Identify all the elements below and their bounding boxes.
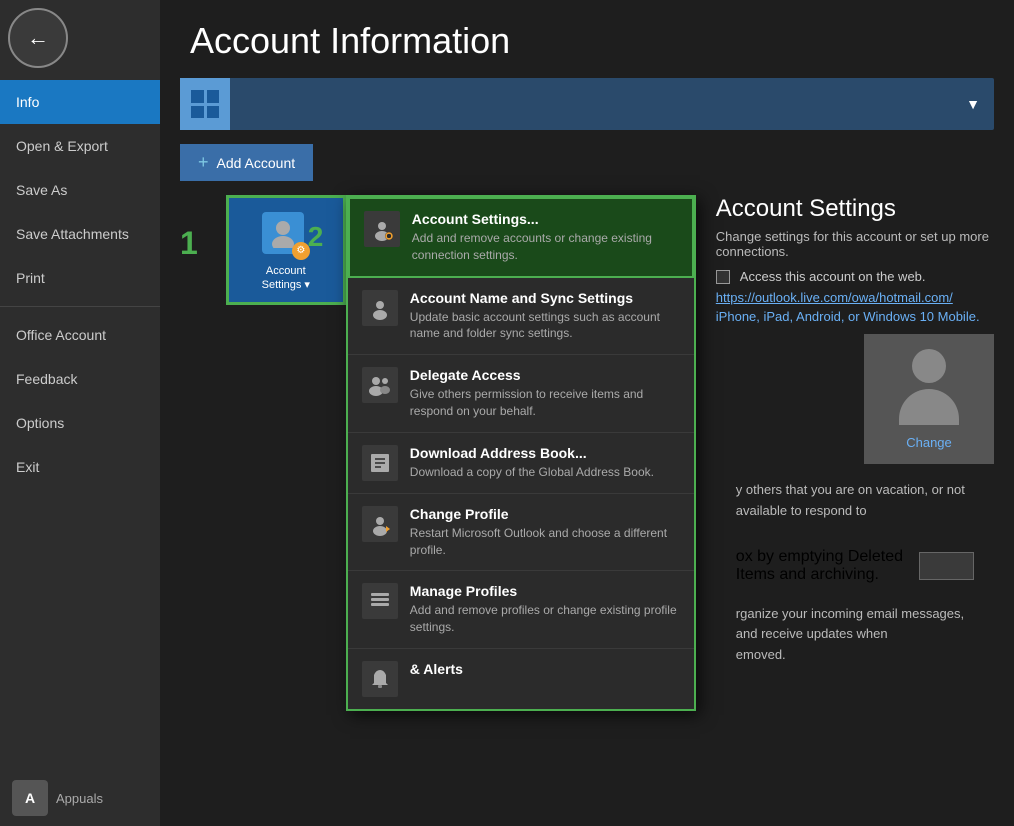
sidebar-bottom: A Appuals xyxy=(0,770,160,826)
account-squares-icon xyxy=(191,90,219,118)
dropdown-item-desc-sync: Update basic account settings such as ac… xyxy=(410,309,680,343)
dropdown-item-icon-profile xyxy=(362,506,398,542)
sidebar-item-office-account[interactable]: Office Account xyxy=(0,313,160,357)
dropdown-item-title-address: Download Address Book... xyxy=(410,445,680,461)
dropdown-item-text-address: Download Address Book... Download a copy… xyxy=(410,445,680,481)
dropdown-item-title-settings: Account Settings... xyxy=(412,211,678,227)
main-content: Account Information ▼ + Add Account 1 xyxy=(160,0,1014,826)
dropdown-item-icon-sync xyxy=(362,290,398,326)
avatar-change-link[interactable]: Change xyxy=(906,435,952,450)
account-bar[interactable]: ▼ xyxy=(180,78,994,130)
avatar-head xyxy=(912,349,946,383)
dropdown-item-text-settings: Account Settings... Add and remove accou… xyxy=(412,211,678,264)
dropdown-item-icon-delegate xyxy=(362,367,398,403)
sidebar-divider xyxy=(0,306,160,307)
dropdown-item-name-sync[interactable]: Account Name and Sync Settings Update ba… xyxy=(348,278,694,356)
plus-icon: + xyxy=(198,152,209,173)
back-arrow-icon: ← xyxy=(27,25,49,51)
sidebar-item-print[interactable]: Print xyxy=(0,256,160,300)
dropdown-item-title-manage: Manage Profiles xyxy=(410,583,680,599)
tile-label: Account Settings ▾ xyxy=(262,264,310,293)
vacation-text: y others that you are on vacation, or no… xyxy=(716,464,994,538)
sidebar-item-options[interactable]: Options xyxy=(0,401,160,445)
sidebar-item-feedback[interactable]: Feedback xyxy=(0,357,160,401)
account-settings-title: Account Settings xyxy=(716,195,994,223)
mobile-link[interactable]: iPhone, iPad, Android, or Windows 10 Mob… xyxy=(716,309,994,324)
dropdown-item-icon-manage xyxy=(362,583,398,619)
tile-icon-area: ⚙ xyxy=(262,212,310,260)
app-logo-text: Appuals xyxy=(56,791,103,806)
dropdown-item-text-manage: Manage Profiles Add and remove profiles … xyxy=(410,583,680,636)
dropdown-item-delegate[interactable]: Delegate Access Give others permission t… xyxy=(348,355,694,433)
dropdown-item-title-profile: Change Profile xyxy=(410,506,680,522)
dropdown-item-text-profile: Change Profile Restart Microsoft Outlook… xyxy=(410,506,680,559)
add-account-label: Add Account xyxy=(217,155,296,171)
dropdown-item-icon-settings xyxy=(364,211,400,247)
dropdown-item-title-delegate: Delegate Access xyxy=(410,367,680,383)
dropdown-item-text-alerts: & Alerts xyxy=(410,661,680,680)
avatar-figure xyxy=(889,349,969,429)
avatar-body xyxy=(899,389,959,425)
sidebar-item-save-attachments[interactable]: Save Attachments xyxy=(0,212,160,256)
dropdown-item-address-book[interactable]: Download Address Book... Download a copy… xyxy=(348,433,694,494)
page-title: Account Information xyxy=(160,0,1014,78)
archive-row: ox by emptying Deleted Items and archivi… xyxy=(716,538,994,594)
dropdown-item-desc-delegate: Give others permission to receive items … xyxy=(410,386,680,420)
web-access-row: Access this account on the web. xyxy=(716,269,994,284)
dropdown-item-text-delegate: Delegate Access Give others permission t… xyxy=(410,367,680,420)
sidebar-item-exit[interactable]: Exit xyxy=(0,445,160,489)
number-badge-2: 2 xyxy=(308,221,324,253)
add-account-button[interactable]: + Add Account xyxy=(180,144,313,181)
account-settings-desc: Change settings for this account or set … xyxy=(716,229,994,259)
web-access-label: Access this account on the web. xyxy=(740,269,926,284)
sidebar-item-info[interactable]: Info xyxy=(0,80,160,124)
sidebar: ← Info Open & Export Save As Save Attach… xyxy=(0,0,160,826)
sidebar-item-open-export[interactable]: Open & Export xyxy=(0,124,160,168)
archive-button[interactable] xyxy=(919,552,974,580)
back-button[interactable]: ← xyxy=(8,8,68,68)
sidebar-nav: Info Open & Export Save As Save Attachme… xyxy=(0,80,160,489)
number-badge-1: 1 xyxy=(180,225,198,262)
dropdown-item-desc-address: Download a copy of the Global Address Bo… xyxy=(410,464,680,481)
dropdown-arrow-icon: ▼ xyxy=(952,96,994,112)
outlook-web-link[interactable]: https://outlook.live.com/owa/hotmail.com… xyxy=(716,290,994,305)
dropdown-item-icon-address xyxy=(362,445,398,481)
app-logo: A xyxy=(12,780,48,816)
account-settings-tile[interactable]: ⚙ Account Settings ▾ xyxy=(226,195,346,305)
dropdown-item-desc-settings: Add and remove accounts or change existi… xyxy=(412,230,678,264)
dropdown-item-desc-manage: Add and remove profiles or change existi… xyxy=(410,602,680,636)
rules-text: rganize your incoming email messages, an… xyxy=(716,594,994,676)
avatar-box: Change xyxy=(864,334,994,464)
dropdown-item-account-settings[interactable]: 2 Account Settings... Add a xyxy=(348,197,694,278)
dropdown-item-title-alerts: & Alerts xyxy=(410,661,680,677)
dropdown-item-icon-alerts xyxy=(362,661,398,697)
account-bar-icon xyxy=(180,78,230,130)
dropdown-item-change-profile[interactable]: Change Profile Restart Microsoft Outlook… xyxy=(348,494,694,572)
right-panel: Account Settings Change settings for thi… xyxy=(716,195,994,676)
person-svg xyxy=(268,218,298,248)
dropdown-item-text-sync: Account Name and Sync Settings Update ba… xyxy=(410,290,680,343)
dropdown-item-alerts[interactable]: & Alerts xyxy=(348,649,694,709)
dropdown-item-manage-profiles[interactable]: Manage Profiles Add and remove profiles … xyxy=(348,571,694,649)
dropdown-menu: 2 Account Settings... Add a xyxy=(346,195,696,711)
dropdown-item-title-sync: Account Name and Sync Settings xyxy=(410,290,680,306)
sidebar-item-save-as[interactable]: Save As xyxy=(0,168,160,212)
web-access-checkbox[interactable] xyxy=(716,270,730,284)
dropdown-item-desc-profile: Restart Microsoft Outlook and choose a d… xyxy=(410,525,680,559)
